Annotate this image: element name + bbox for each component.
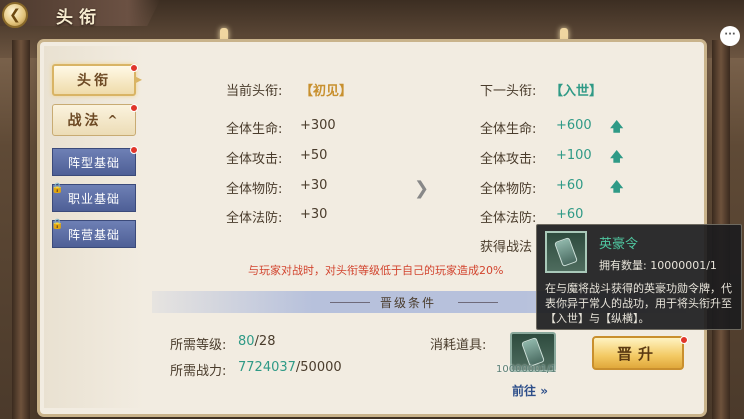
subtab-label: 职业基础 bbox=[67, 191, 120, 206]
next-title-label: 下一头衔: bbox=[480, 84, 537, 99]
lantern-icon bbox=[560, 28, 568, 42]
stat-value: +600 bbox=[556, 118, 592, 133]
chevron-right-icon: ❯ bbox=[414, 178, 430, 199]
current-title-label: 当前头衔: bbox=[226, 84, 283, 99]
tab-title[interactable]: 头衔 bbox=[52, 64, 136, 96]
item-name: 英豪令 bbox=[599, 237, 639, 252]
token-icon bbox=[554, 237, 578, 267]
subtab-profession[interactable]: 🔒 职业基础 bbox=[51, 183, 136, 212]
lantern-icon bbox=[220, 28, 228, 42]
required-level-value: 80/28 bbox=[238, 334, 276, 349]
conditions-title: 晋级条件 bbox=[380, 296, 437, 310]
tab-label: 战法 bbox=[67, 113, 102, 129]
caret-up-icon: ^ bbox=[107, 113, 121, 127]
warning-text: 与玩家对战时，对头衔等级低于自己的玩家造成20% bbox=[248, 264, 504, 277]
item-tooltip: 英豪令 拥有数量: 10000001/1 在与魔将战斗获得的英豪功勋令牌，代表你… bbox=[536, 224, 742, 330]
stat-value: +50 bbox=[300, 148, 328, 163]
lock-icon: 🔒 bbox=[51, 183, 65, 194]
stat-label: 全体物防: bbox=[226, 182, 283, 197]
tab-tactics[interactable]: 战法 ^ bbox=[52, 104, 136, 136]
item-icon-frame bbox=[545, 231, 587, 273]
page-title: 头衔 bbox=[56, 8, 102, 28]
notification-dot bbox=[130, 146, 138, 154]
subtab-label: 阵营基础 bbox=[67, 227, 120, 242]
stat-label: 全体法防: bbox=[480, 211, 537, 226]
consume-item-label: 消耗道具: bbox=[430, 338, 487, 353]
arrow-up-icon: 🡅 bbox=[610, 150, 624, 165]
double-chevron-icon: » bbox=[536, 384, 548, 398]
promote-button[interactable]: 晋升 bbox=[592, 336, 684, 370]
gain-tactic-label: 获得战法 bbox=[480, 240, 533, 255]
goto-link[interactable]: 前往 » bbox=[512, 382, 548, 399]
subtab-formation[interactable]: 阵型基础 bbox=[52, 148, 136, 176]
item-owned: 拥有数量: 10000001/1 bbox=[599, 259, 717, 272]
stat-value: +300 bbox=[300, 118, 336, 133]
arrow-up-icon: 🡅 bbox=[610, 120, 624, 135]
stat-label: 全体物防: bbox=[480, 182, 537, 197]
back-button[interactable]: ❮ bbox=[2, 2, 28, 28]
tab-label: 头衔 bbox=[77, 73, 111, 89]
subtab-camp[interactable]: 🔒 阵营基础 bbox=[51, 219, 136, 248]
active-tab-arrow-icon: ▸ bbox=[136, 72, 143, 86]
back-arrow-icon: ❮ bbox=[9, 7, 21, 23]
required-level-label: 所需等级: bbox=[170, 338, 227, 353]
stat-label: 全体攻击: bbox=[480, 152, 537, 167]
current-title-value: 【初见】 bbox=[300, 84, 353, 99]
chat-icon[interactable]: ··· bbox=[720, 26, 740, 46]
required-power-value: 7724037/50000 bbox=[238, 360, 342, 375]
required-power-label: 所需战力: bbox=[170, 364, 227, 379]
stat-value: +30 bbox=[300, 178, 328, 193]
stat-label: 全体法防: bbox=[226, 211, 283, 226]
arrow-up-icon: 🡅 bbox=[610, 180, 624, 195]
divider bbox=[458, 302, 498, 303]
notification-dot bbox=[680, 336, 688, 344]
stat-value: +60 bbox=[556, 178, 584, 193]
item-count: 10000001/1 bbox=[496, 364, 557, 375]
stat-label: 全体生命: bbox=[480, 122, 537, 137]
subtab-label: 阵型基础 bbox=[67, 155, 120, 170]
notification-dot bbox=[130, 64, 138, 72]
stat-value: +100 bbox=[556, 148, 592, 163]
stat-value: +30 bbox=[300, 207, 328, 222]
notification-dot bbox=[130, 104, 138, 112]
background-pillar bbox=[12, 40, 30, 419]
lock-icon: 🔒 bbox=[51, 219, 65, 230]
divider bbox=[330, 302, 370, 303]
next-title-value: 【入世】 bbox=[550, 84, 603, 99]
stat-label: 全体生命: bbox=[226, 122, 283, 137]
token-icon bbox=[521, 337, 545, 367]
item-description: 在与魔将战斗获得的英豪功勋令牌，代表你异于常人的战功，用于将头衔升至【入世】与【… bbox=[545, 282, 732, 325]
stat-value: +60 bbox=[556, 207, 584, 222]
stat-label: 全体攻击: bbox=[226, 152, 283, 167]
